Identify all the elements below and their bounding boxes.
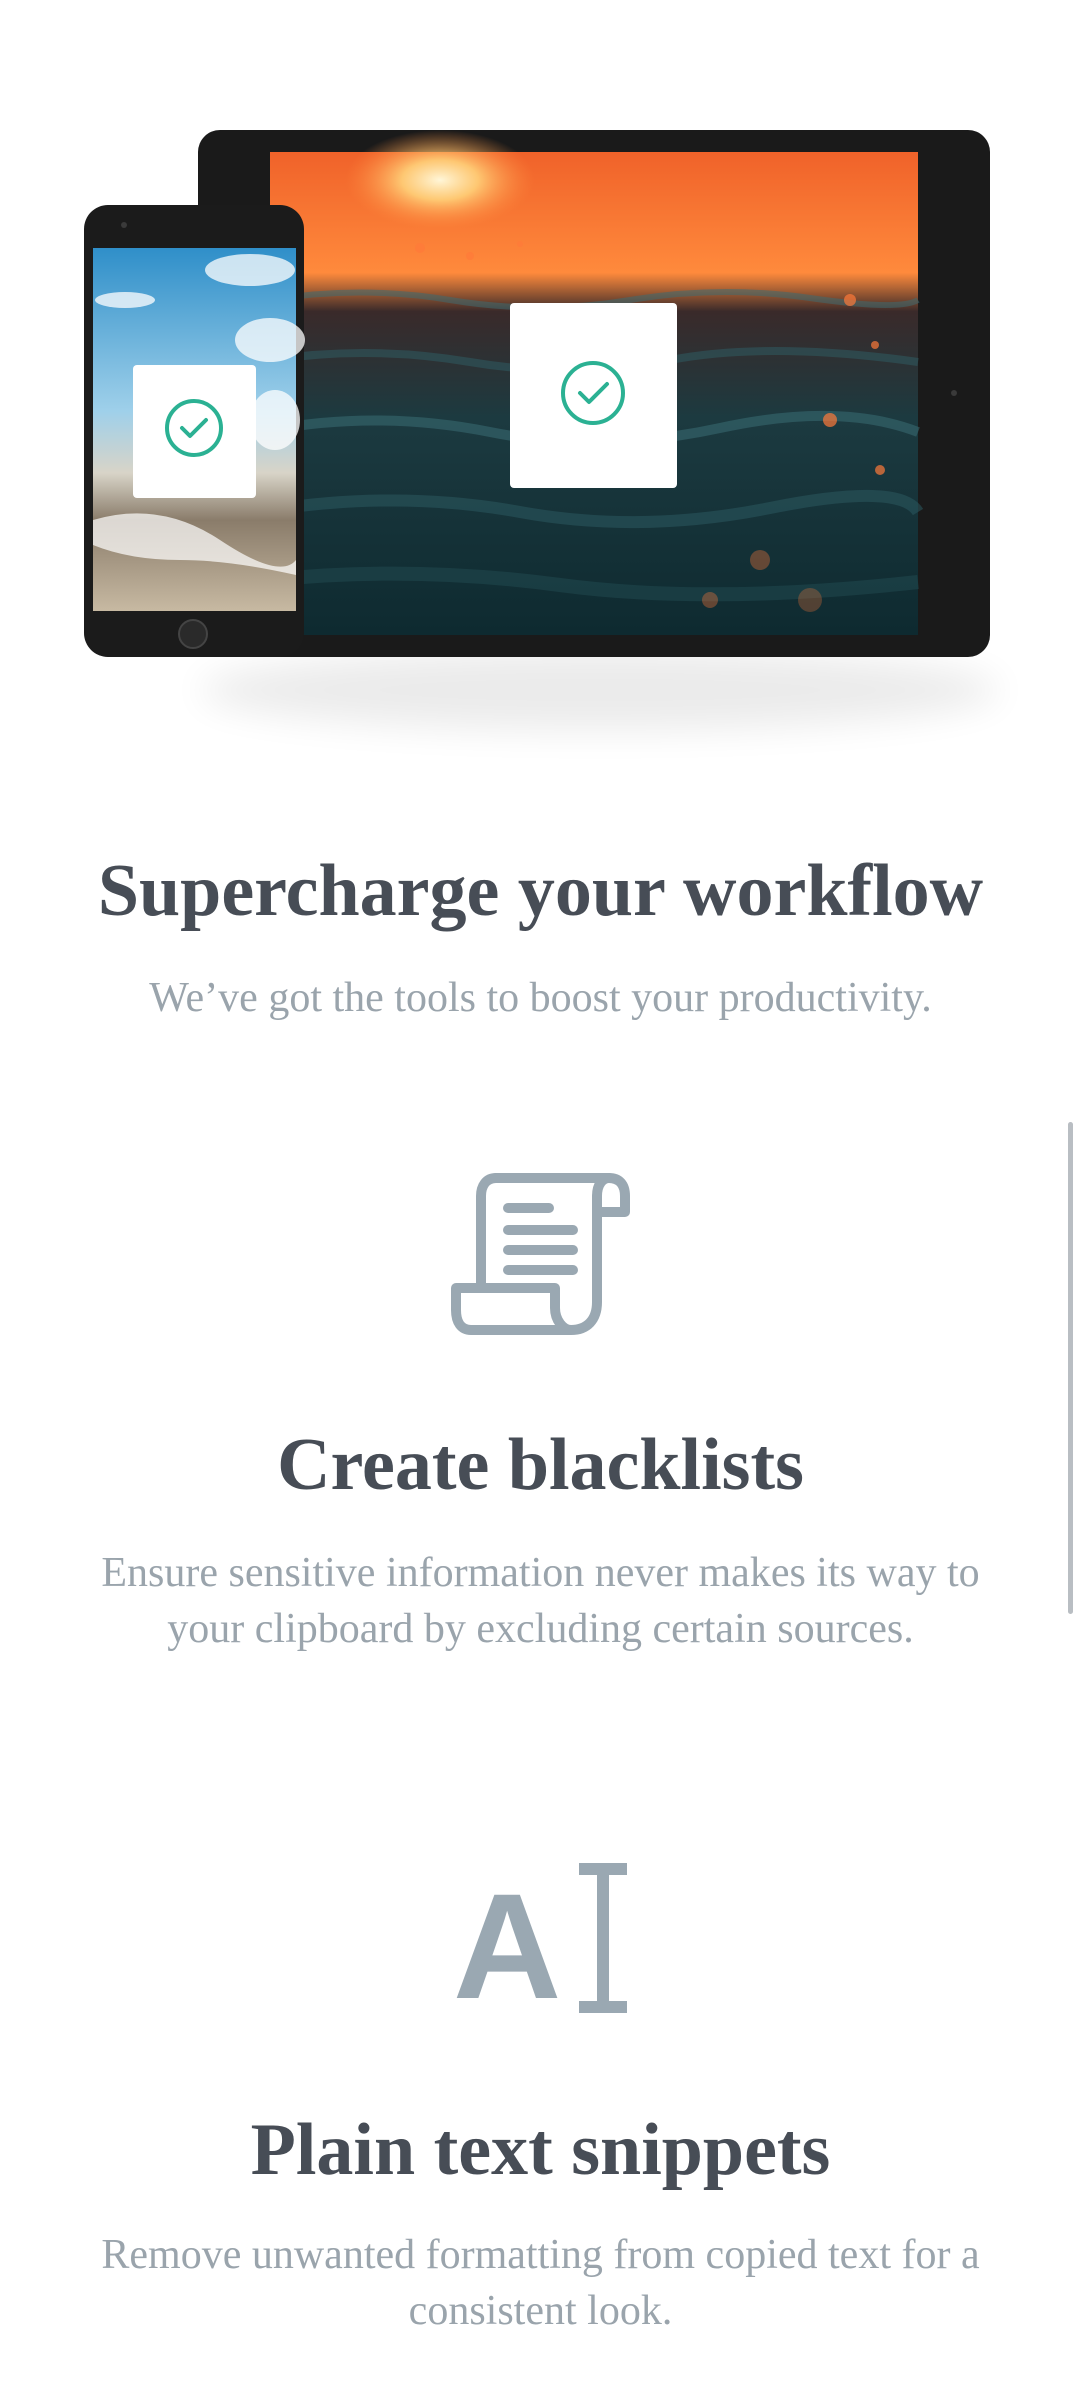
- scrollbar-thumb[interactable]: [1068, 1122, 1073, 1614]
- phone-device: [84, 205, 305, 657]
- intro-subtitle-wrap: We’ve got the tools to boost your produc…: [0, 970, 1081, 1026]
- page-subtitle: We’ve got the tools to boost your produc…: [149, 975, 932, 1021]
- feature-plaintext: Plain text snippets: [0, 2105, 1081, 2195]
- phone-check-card: [133, 365, 256, 498]
- page-title: Supercharge your workflow: [97, 850, 984, 932]
- feature-blacklists-desc-wrap: Ensure sensitive information never makes…: [0, 1545, 1081, 1657]
- tablet-check-card: [510, 303, 677, 488]
- text-cursor-icon: A: [453, 1862, 627, 2023]
- feature-description: Remove unwanted formatting from copied t…: [101, 2232, 980, 2334]
- feature-plaintext-icon-wrap: A: [0, 1858, 1081, 2023]
- feature-title: Plain text snippets: [250, 2109, 831, 2191]
- tablet-device: [198, 130, 990, 657]
- scroll-document-icon: [450, 1173, 630, 1335]
- text-cursor-letter: A: [453, 1862, 561, 2023]
- hero-illustration: [0, 0, 1081, 780]
- feature-plaintext-desc-wrap: Remove unwanted formatting from copied t…: [0, 2227, 1081, 2339]
- intro-section: Supercharge your workflow: [0, 846, 1081, 936]
- feature-blacklists-icon-wrap: [0, 1170, 1081, 1340]
- feature-description: Ensure sensitive information never makes…: [101, 1550, 980, 1652]
- feature-title: Create blacklists: [277, 1424, 804, 1506]
- feature-blacklists: Create blacklists: [0, 1420, 1081, 1510]
